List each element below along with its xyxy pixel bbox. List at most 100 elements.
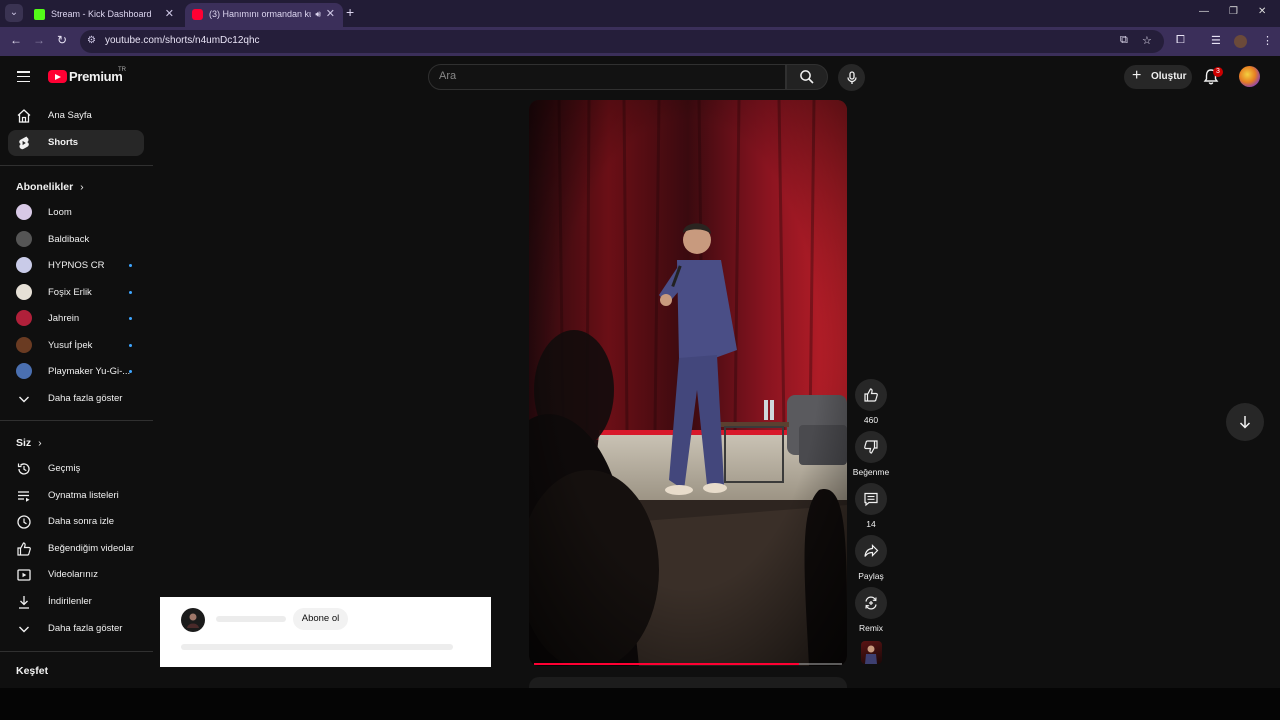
account-avatar[interactable] [1239,66,1260,87]
new-content-dot [129,317,132,320]
microphone-icon [846,70,857,84]
comment-count: 14 [866,519,876,529]
share-icon [864,544,879,557]
sidebar-item-label: Shorts [48,137,79,148]
close-tab-icon[interactable]: ✕ [326,3,335,25]
next-short-button[interactable] [1226,403,1264,441]
like-action[interactable]: 460 [855,379,887,425]
chevron-right-icon: › [38,437,42,449]
sidebar-item-yusuf-ipek[interactable]: Yusuf İpek [8,333,144,359]
notification-badge: 3 [1213,67,1223,77]
downloads-icon [19,596,29,609]
sidebar-item-jahrein[interactable]: Jahrein [8,306,144,332]
site-info-icon[interactable]: ⚙︎ [87,35,96,46]
remix-icon [865,596,877,610]
youtube-favicon-icon [192,9,203,20]
arrow-down-icon [1239,416,1251,429]
sidebar-item-baldiback[interactable]: Baldiback [8,227,144,253]
sidebar-item-loom[interactable]: Loom [8,200,144,226]
subscribe-button[interactable]: Abone ol [293,608,348,630]
channel-avatar [16,231,32,247]
share-button[interactable] [855,535,887,567]
video-frame [529,100,847,666]
sidebar-item-home[interactable]: Ana Sayfa [8,103,144,129]
channel-avatar [16,204,32,220]
remix-button[interactable] [855,587,887,619]
sound-thumbnail[interactable] [861,641,882,664]
extensions-icon[interactable]: ⧠ [1176,34,1185,47]
sidebar-item-label: Foşix Erlik [48,287,92,298]
your-videos-icon [17,569,31,581]
url-text[interactable]: youtube.com/shorts/n4umDc12qhc [105,35,260,46]
sidebar-item-liked-videos[interactable]: Beğendiğim videolar [8,536,144,562]
sidebar: Ana Sayfa Shorts Abonelikler › Loom Bald… [0,98,154,688]
search-box[interactable] [428,64,786,90]
install-app-icon[interactable]: ⧉ [1120,34,1128,47]
close-tab-icon[interactable]: ✕ [165,3,174,25]
divider [0,420,153,421]
country-code: TR [118,67,126,73]
create-button[interactable]: + Oluştur [1124,65,1192,89]
channel-avatar [16,337,32,353]
channel-avatar [16,257,32,273]
dislike-action[interactable]: Beğenme [853,431,889,477]
new-tab-button[interactable]: + [346,4,354,20]
new-content-dot [129,370,132,373]
sidebar-item-label: Beğendiğim videolar [48,543,135,554]
sidebar-item-playlists[interactable]: Oynatma listeleri [8,483,144,509]
you-heading[interactable]: Siz › [16,437,42,449]
sidebar-item-watch-later[interactable]: Daha sonra izle [8,509,144,535]
subscriptions-title: Abonelikler [16,181,74,193]
like-button[interactable] [855,379,887,411]
voice-search-button[interactable] [838,64,865,91]
sidebar-item-history[interactable]: Geçmiş [8,456,144,482]
youtube-header: Premium TR + Oluştur 3 [0,56,1280,98]
shorts-video-player[interactable] [529,100,847,666]
browser-tab-youtube[interactable]: (3) Hanımını ormandan kurt 🔊︎ ✕ [185,3,343,27]
sidebar-item-label: Daha fazla göster [48,623,123,634]
youtube-logo-icon[interactable] [48,70,67,83]
watch-later-icon [17,515,31,529]
forward-icon[interactable]: → [33,33,45,47]
dislike-button[interactable] [855,431,887,463]
sidebar-item-shorts[interactable]: Shorts [8,130,144,156]
sidebar-item-label: Daha sonra izle [48,516,115,527]
search-button[interactable] [786,64,828,90]
sidebar-item-playmaker[interactable]: Playmaker Yu-Gi-... [8,359,144,385]
sidebar-item-hypnos-cr[interactable]: HYPNOS CR [8,253,144,279]
address-bar[interactable]: ⚙︎ youtube.com/shorts/n4umDc12qhc ⧉ ☆ [80,30,1164,53]
back-icon[interactable]: ← [10,33,22,47]
reload-icon[interactable]: ↻ [57,33,67,47]
tab-search-icon[interactable]: ⌄ [5,4,23,22]
sidebar-item-fosix-erlik[interactable]: Foşix Erlik [8,280,144,306]
sidebar-item-your-videos[interactable]: Videolarınız [8,562,144,588]
minimize-icon[interactable]: — [1199,6,1209,17]
profile-icon[interactable] [1234,35,1247,48]
comments-action[interactable]: 14 [855,483,887,529]
audio-playing-icon[interactable]: 🔊︎ [315,3,321,25]
logo-text[interactable]: Premium [69,69,123,84]
sidebar-show-more-subscriptions[interactable]: Daha fazla göster [8,386,144,412]
close-window-icon[interactable]: ✕ [1258,6,1266,17]
comment-icon [864,492,878,507]
bookmark-star-icon[interactable]: ☆ [1142,34,1152,47]
video-progress-bar[interactable] [534,663,842,665]
search-input[interactable] [439,70,759,82]
menu-icon[interactable] [17,71,30,83]
kick-favicon-icon [34,9,45,20]
sidebar-item-label: HYPNOS CR [48,260,105,271]
plus-icon: + [1132,67,1142,84]
comments-button[interactable] [855,483,887,515]
share-action[interactable]: Paylaş [855,535,887,581]
sidebar-item-downloads[interactable]: İndirilenler [8,589,144,615]
sidebar-show-more-you[interactable]: Daha fazla göster [8,616,144,642]
media-control-icon[interactable]: ☰ [1211,34,1221,47]
remix-action[interactable]: Remix [855,587,887,633]
browser-menu-icon[interactable]: ⋮ [1262,34,1273,47]
channel-avatar[interactable] [181,608,205,632]
subscriptions-heading[interactable]: Abonelikler › [16,181,84,193]
browser-tab-kick[interactable]: Stream - Kick Dashboard ✕ [27,3,182,27]
history-icon [17,463,30,475]
restore-icon[interactable]: ❐ [1229,6,1238,17]
video-progress-fill [534,663,799,665]
